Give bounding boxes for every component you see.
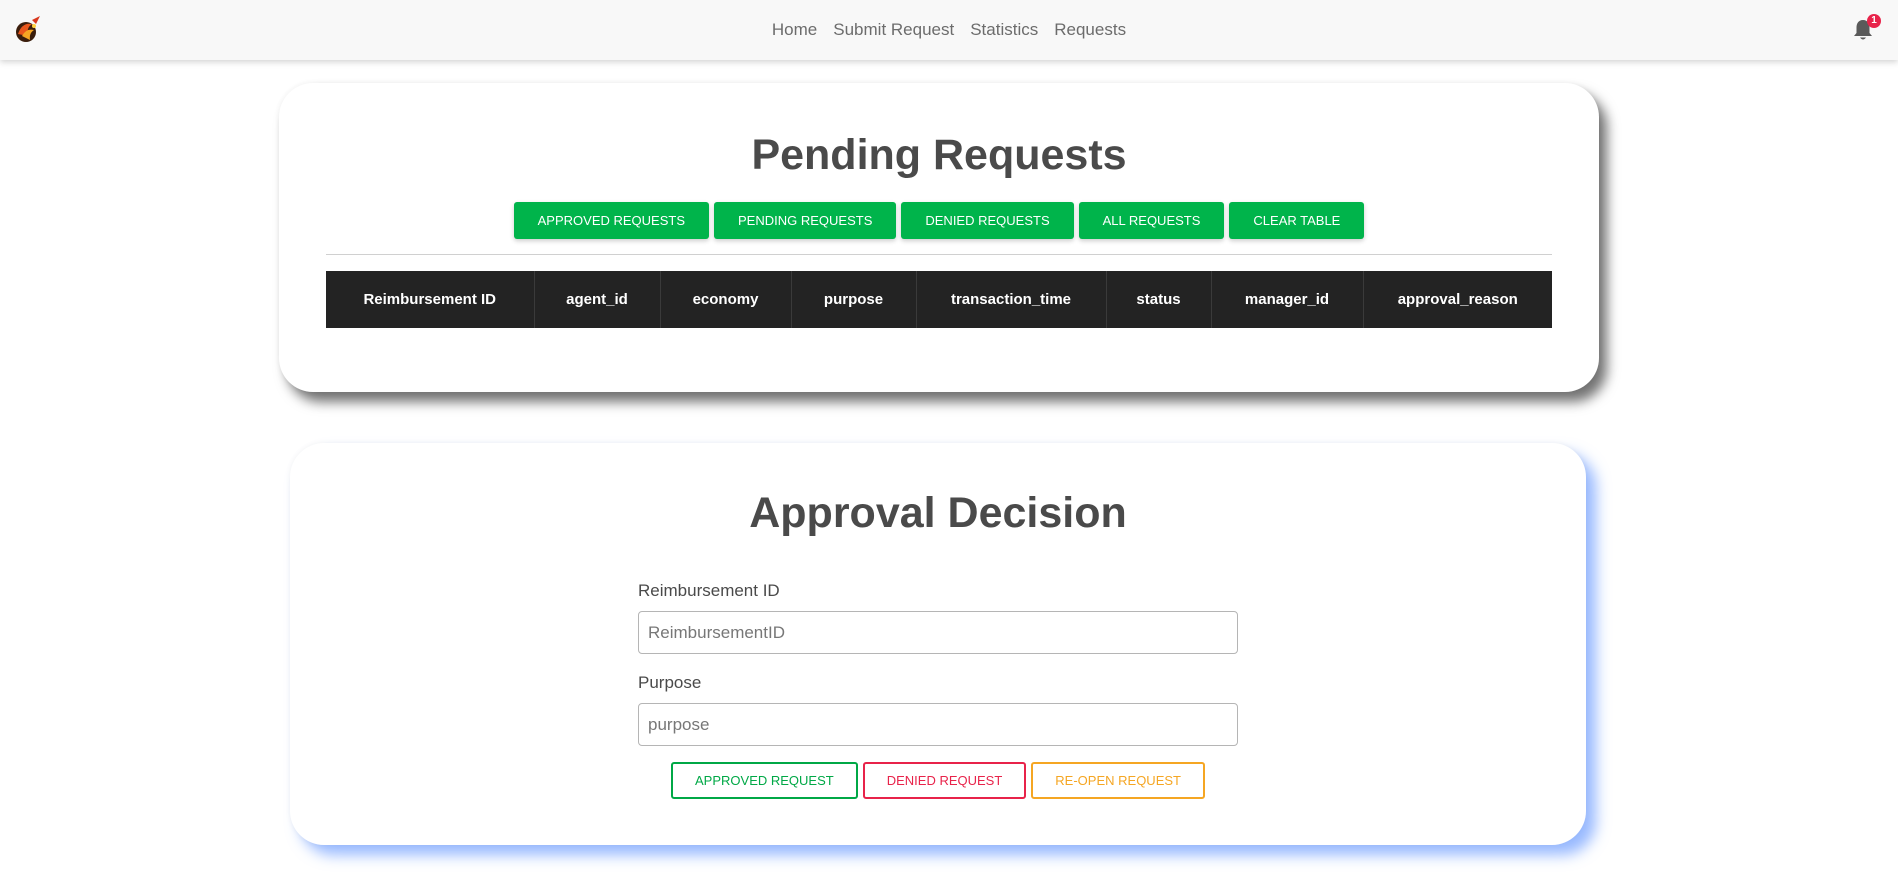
all-requests-button[interactable]: All Requests bbox=[1078, 202, 1225, 239]
notification-badge: 1 bbox=[1867, 14, 1881, 28]
column-agent-id: agent_id bbox=[534, 271, 661, 328]
notifications-button[interactable]: 1 bbox=[1852, 14, 1881, 44]
reimbursement-id-label: Reimbursement ID bbox=[638, 581, 780, 600]
reimbursement-id-input[interactable] bbox=[638, 611, 1238, 654]
filter-buttons: Approved Requests Pending Requests Denie… bbox=[279, 202, 1599, 239]
column-economy: economy bbox=[660, 271, 792, 328]
navbar: Home Submit Request Statistics Requests … bbox=[0, 0, 1898, 60]
pending-requests-title: Pending Requests bbox=[751, 131, 1127, 179]
table-header-row: Reimbursement ID agent_id economy purpos… bbox=[326, 271, 1552, 328]
nav-submit-request[interactable]: Submit Request bbox=[825, 20, 962, 40]
divider bbox=[326, 254, 1552, 255]
column-reimbursement-id: Reimbursement ID bbox=[326, 271, 535, 328]
column-purpose: purpose bbox=[791, 271, 917, 328]
column-approval-reason: approval_reason bbox=[1397, 291, 1518, 308]
approve-request-button[interactable]: Approved Request bbox=[671, 762, 858, 799]
nav-requests[interactable]: Requests bbox=[1046, 20, 1134, 40]
clear-table-button[interactable]: Clear Table bbox=[1229, 202, 1365, 239]
reopen-request-button[interactable]: Re-Open Request bbox=[1031, 762, 1205, 799]
purpose-label: Purpose bbox=[638, 673, 702, 692]
nav-statistics[interactable]: Statistics bbox=[962, 20, 1046, 40]
pending-requests-button[interactable]: Pending Requests bbox=[714, 202, 897, 239]
approval-decision-title: Approval Decision bbox=[749, 489, 1127, 537]
deny-request-button[interactable]: Denied Request bbox=[862, 762, 1027, 799]
column-manager-id: manager_id bbox=[1211, 271, 1364, 328]
approval-decision-card: Approval Decision Reimbursement ID Purpo… bbox=[290, 443, 1586, 845]
column-status: status bbox=[1106, 271, 1212, 328]
denied-requests-button[interactable]: Denied Requests bbox=[901, 202, 1074, 239]
approved-requests-button[interactable]: Approved Requests bbox=[513, 202, 710, 239]
column-transaction-time: transaction_time bbox=[916, 271, 1107, 328]
purpose-input[interactable] bbox=[638, 703, 1238, 746]
requests-table: Reimbursement ID agent_id economy purpos… bbox=[326, 271, 1552, 328]
decision-buttons: Approved Request Denied Request Re-Open … bbox=[290, 762, 1586, 799]
pending-requests-card: Pending Requests Approved Requests Pendi… bbox=[279, 83, 1599, 392]
nav-links: Home Submit Request Statistics Requests bbox=[0, 0, 1898, 60]
nav-home[interactable]: Home bbox=[764, 20, 825, 40]
